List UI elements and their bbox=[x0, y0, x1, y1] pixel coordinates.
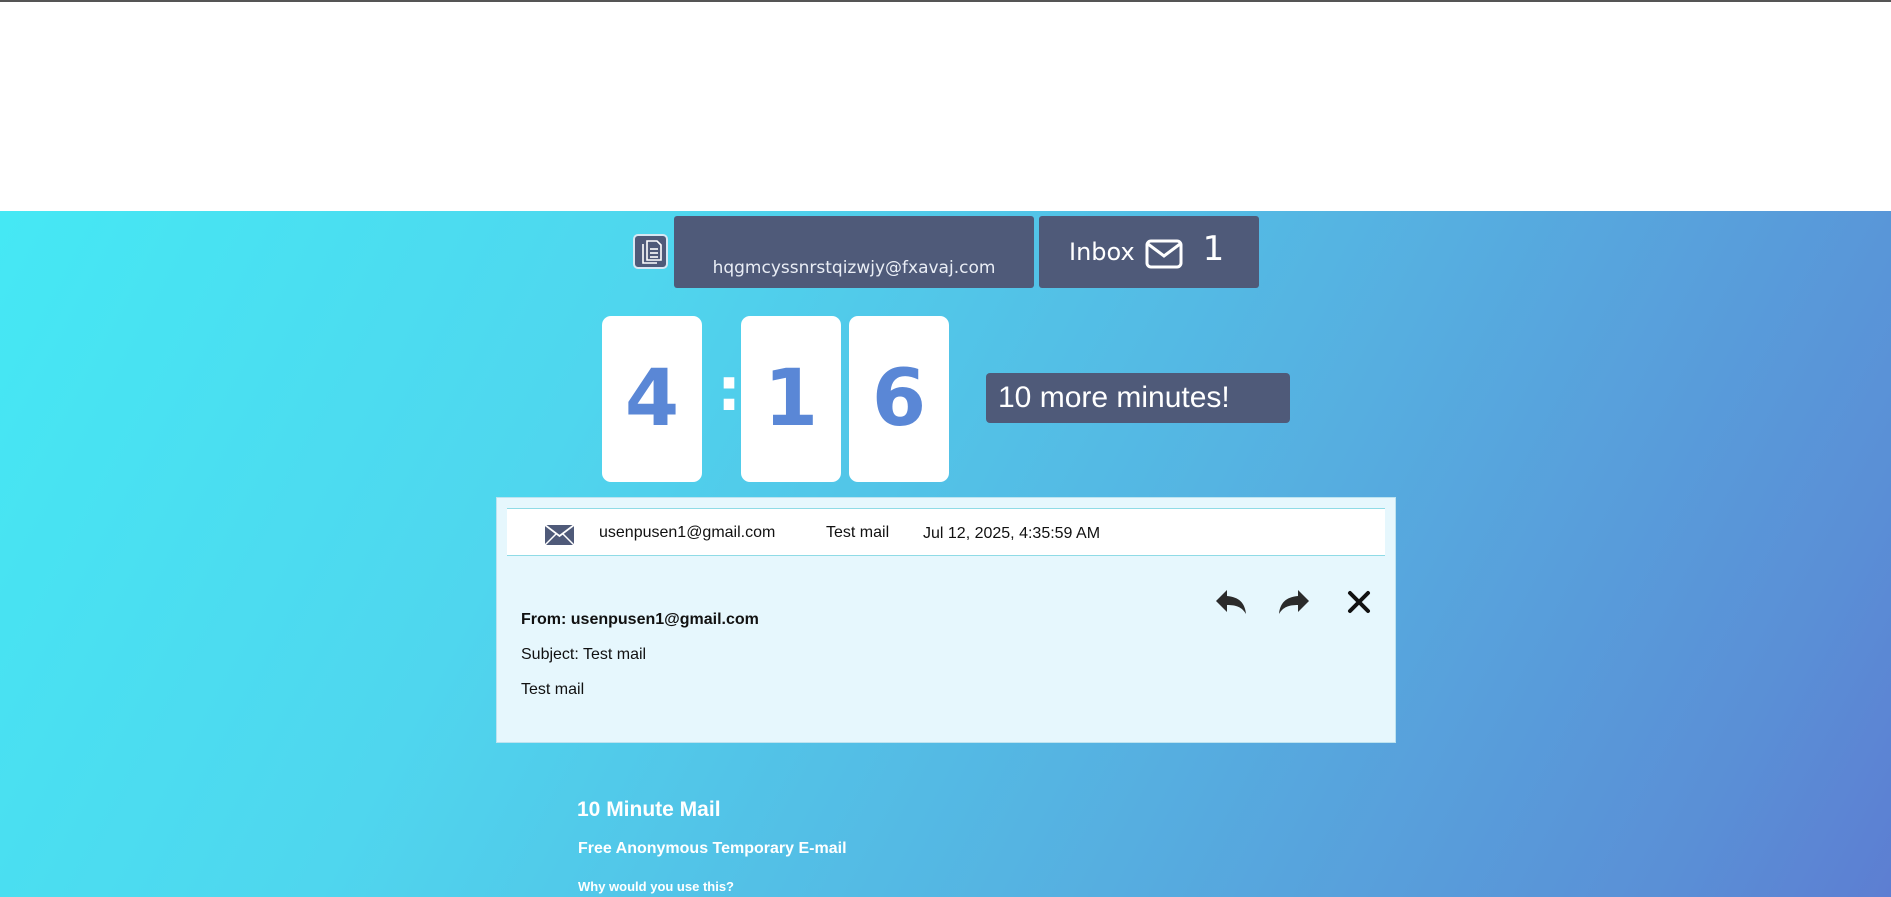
message-date: Jul 12, 2025, 4:35:59 AM bbox=[923, 525, 1101, 542]
ten-more-minutes-label: 10 more minutes! bbox=[998, 381, 1230, 414]
message-subject-line: Subject: Test mail bbox=[521, 646, 647, 663]
ten-more-minutes-button[interactable]: 10 more minutes! bbox=[986, 373, 1290, 423]
timer-colon: : bbox=[717, 355, 741, 425]
footer-subtitle: Free Anonymous Temporary E-mail bbox=[578, 840, 847, 857]
forward-icon bbox=[1277, 588, 1311, 616]
close-icon bbox=[1347, 590, 1371, 614]
email-address-field[interactable]: hqgmcyssnrstqizwjy@fxavaj.com bbox=[674, 216, 1034, 288]
footer-title: 10 Minute Mail bbox=[577, 798, 721, 821]
inbox-button[interactable]: Inbox 1 bbox=[1039, 216, 1259, 288]
close-button[interactable] bbox=[1339, 586, 1379, 618]
mail-panel: usenpusen1@gmail.com Test mail Jul 12, 2… bbox=[496, 497, 1396, 743]
timer-seconds-tens: 1 bbox=[741, 316, 841, 482]
header-area bbox=[0, 2, 1891, 211]
message-sender: usenpusen1@gmail.com bbox=[599, 524, 776, 541]
timer-seconds-ones: 6 bbox=[849, 316, 949, 482]
forward-button[interactable] bbox=[1274, 586, 1314, 618]
reply-button[interactable] bbox=[1211, 586, 1251, 618]
reply-icon bbox=[1214, 588, 1248, 616]
inbox-label: Inbox bbox=[1069, 238, 1135, 266]
email-address: hqgmcyssnrstqizwjy@fxavaj.com bbox=[712, 258, 996, 278]
envelope-icon bbox=[545, 525, 574, 545]
inbox-count: 1 bbox=[1202, 229, 1225, 269]
footer-question: Why would you use this? bbox=[578, 879, 734, 894]
envelope-icon bbox=[1145, 239, 1183, 269]
message-subject: Test mail bbox=[826, 524, 890, 541]
message-from-line: From: usenpusen1@gmail.com bbox=[521, 611, 759, 628]
message-row[interactable]: usenpusen1@gmail.com Test mail Jul 12, 2… bbox=[507, 508, 1385, 556]
message-body: Test mail bbox=[521, 681, 585, 698]
copy-icon bbox=[640, 239, 662, 264]
timer-minutes: 4 bbox=[602, 316, 702, 482]
copy-email-button[interactable] bbox=[633, 234, 668, 269]
